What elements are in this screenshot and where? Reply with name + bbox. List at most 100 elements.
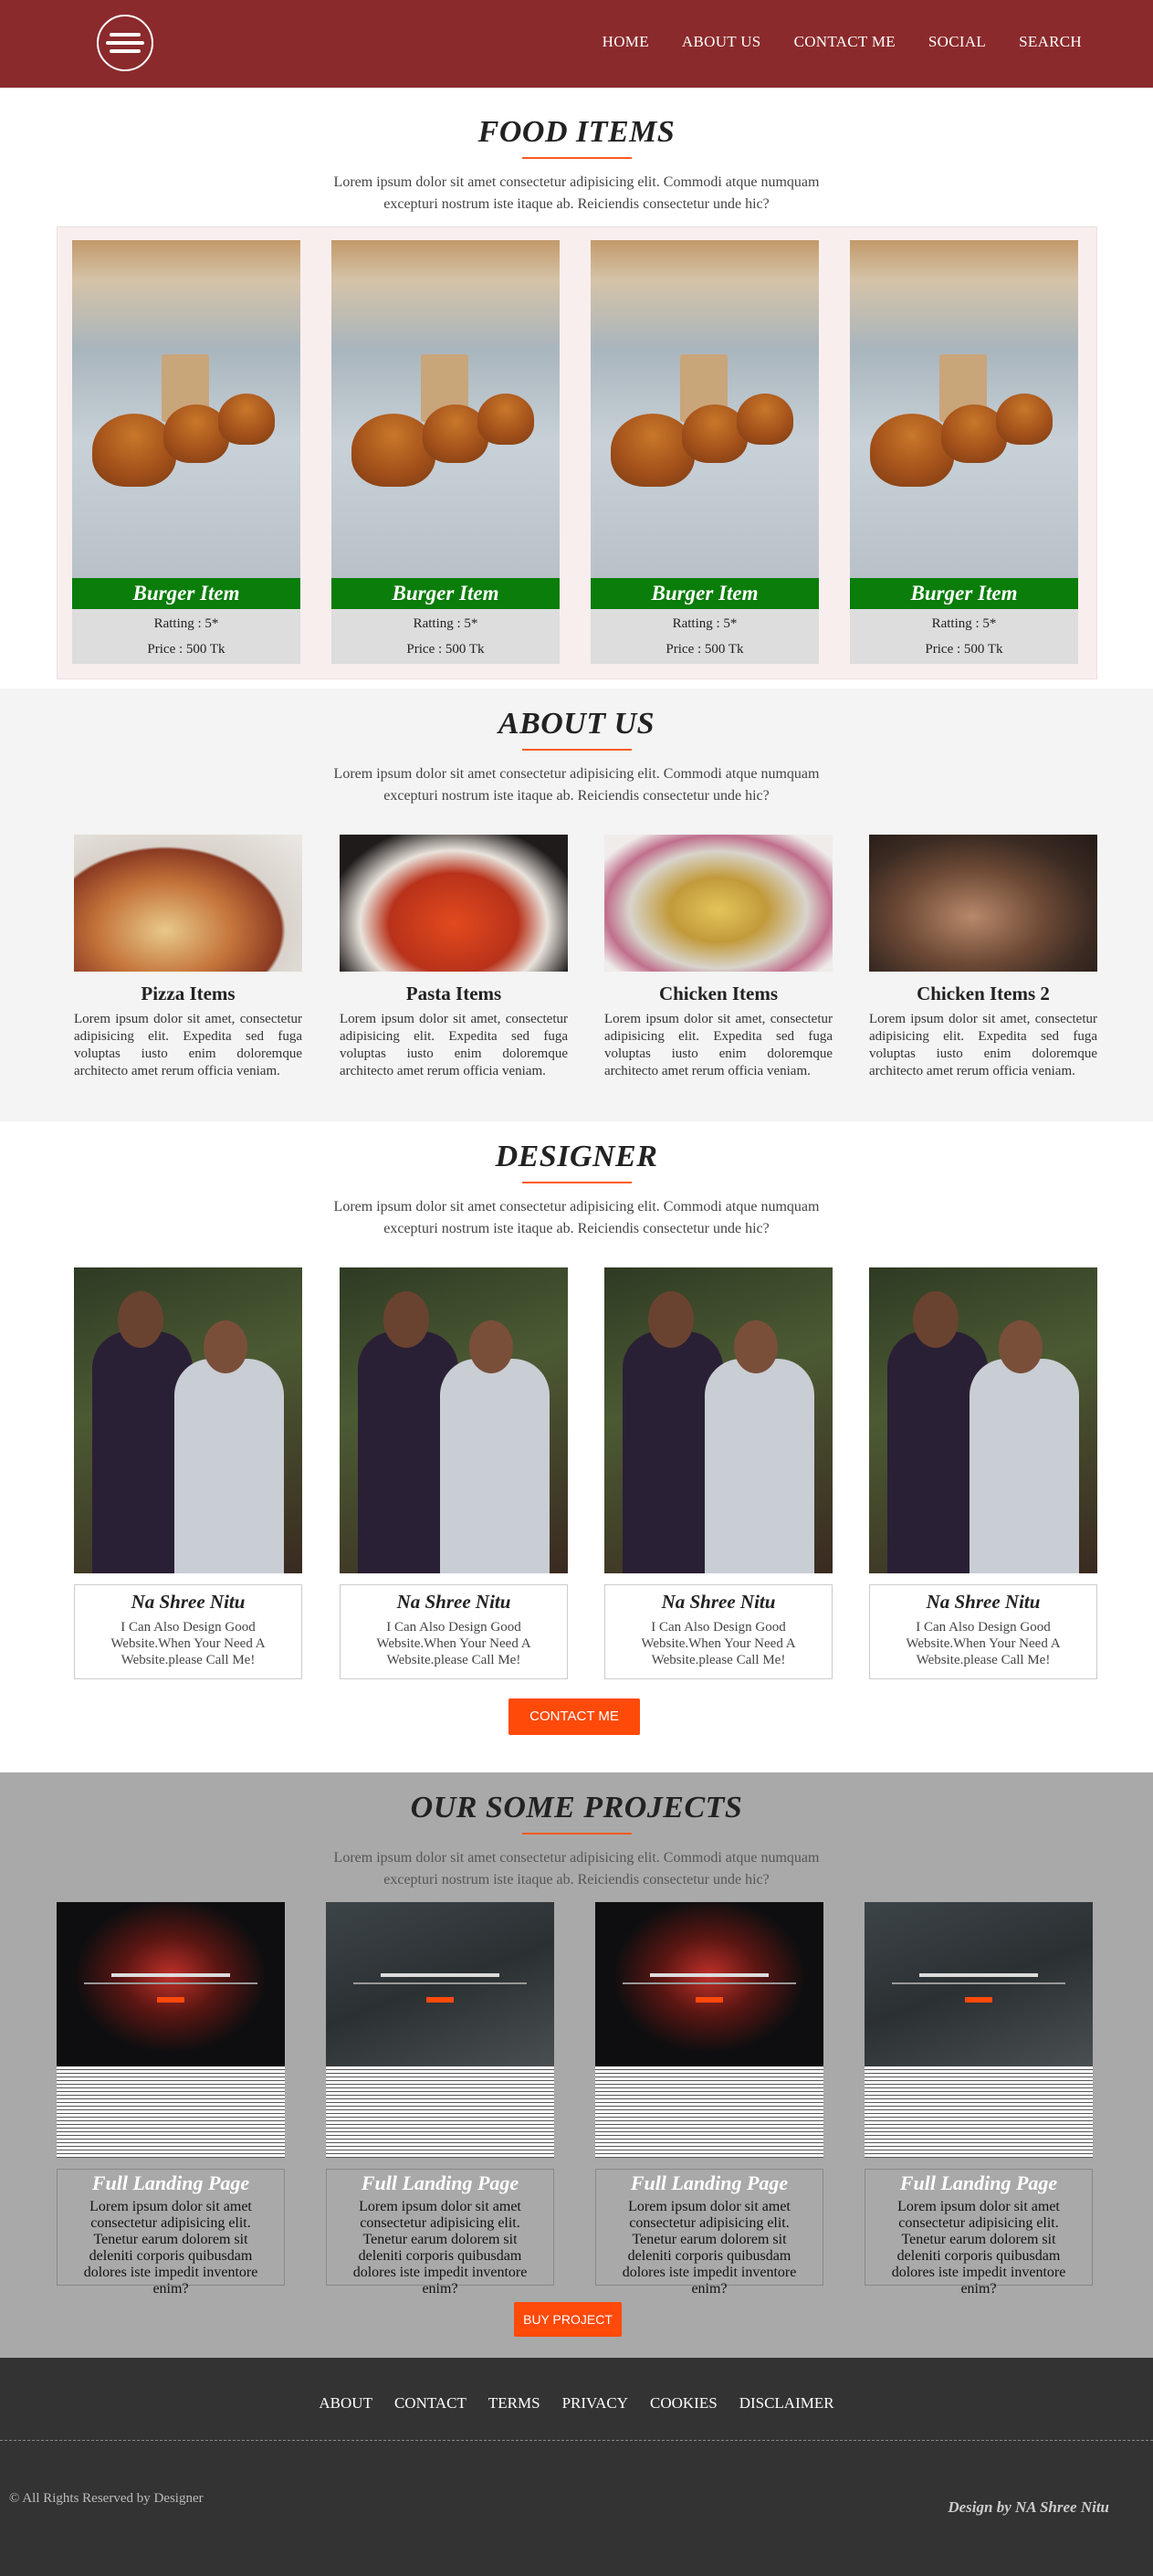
designer-section-title: DESIGNER: [495, 1140, 658, 1173]
project-text: Lorem ipsum dolor sit amet consectetur a…: [891, 2199, 1066, 2297]
main-menu: HOME ABOUT US CONTACT ME SOCIAL SEARCH: [603, 33, 1082, 51]
designer-name: Na Shree Nitu: [926, 1591, 1041, 1613]
project-card[interactable]: Full Landing Page Lorem ipsum dolor sit …: [57, 1902, 285, 2297]
designer-info: Na Shree Nitu I Can Also Design Good Web…: [74, 1584, 302, 1679]
project-info: Full Landing Page Lorem ipsum dolor sit …: [865, 2169, 1093, 2297]
burger-image: [850, 240, 1078, 578]
project-title: Full Landing Page: [91, 2171, 250, 2194]
footer-link-contact[interactable]: CONTACT: [394, 2394, 466, 2413]
copyright-text: © All Rights Reserved by Designer: [9, 2491, 204, 2506]
title-underline: [521, 1182, 632, 1183]
designer-name: Na Shree Nitu: [396, 1591, 511, 1613]
about-card[interactable]: Chicken Items 2 Lorem ipsum dolor sit am…: [869, 835, 1097, 1080]
food-price: Price : 500 Tk: [406, 642, 485, 657]
projects-intro: Lorem ipsum dolor sit amet consectetur a…: [333, 1850, 820, 1887]
chicken-image: [604, 835, 833, 972]
nav-contact-me[interactable]: CONTACT ME: [794, 33, 896, 51]
about-intro: Lorem ipsum dolor sit amet consectetur a…: [333, 766, 820, 804]
food-rating: Ratting : 5*: [931, 616, 997, 631]
designer-photo: [604, 1267, 833, 1573]
food-card[interactable]: Burger Item Ratting : 5* Price : 500 Tk: [331, 240, 560, 664]
food-card-title: Burger Item: [591, 578, 819, 609]
contact-me-button[interactable]: CONTACT ME: [508, 1698, 640, 1735]
project-card[interactable]: Full Landing Page Lorem ipsum dolor sit …: [865, 1902, 1093, 2297]
designer-name: Na Shree Nitu: [661, 1591, 776, 1613]
buy-project-button[interactable]: BUY PROJECT: [514, 2302, 622, 2337]
food-card[interactable]: Burger Item Ratting : 5* Price : 500 Tk: [72, 240, 300, 664]
food-rating: Ratting : 5*: [413, 616, 478, 631]
designer-info: Na Shree Nitu I Can Also Design Good Web…: [869, 1584, 1097, 1679]
about-us-section: ABOUT US Lorem ipsum dolor sit amet cons…: [0, 689, 1153, 1121]
nav-social[interactable]: SOCIAL: [928, 33, 986, 51]
project-title: Full Landing Page: [361, 2171, 519, 2194]
about-card-title: Chicken Items 2: [917, 983, 1050, 1004]
designer-text: I Can Also Design Good Website.When Your…: [641, 1620, 796, 1667]
designer-card[interactable]: Na Shree Nitu I Can Also Design Good Web…: [604, 1267, 833, 1679]
nav-home[interactable]: HOME: [603, 33, 649, 51]
designer-info: Na Shree Nitu I Can Also Design Good Web…: [604, 1584, 833, 1679]
footer-link-about[interactable]: ABOUT: [319, 2394, 372, 2413]
food-card[interactable]: Burger Item Ratting : 5* Price : 500 Tk: [591, 240, 819, 664]
designer-text: I Can Also Design Good Website.When Your…: [110, 1620, 266, 1667]
designer-info: Na Shree Nitu I Can Also Design Good Web…: [340, 1584, 568, 1679]
designer-credit: Design by NA Shree Nitu: [948, 2498, 1109, 2516]
food-card-info: Ratting : 5* Price : 500 Tk: [591, 609, 819, 664]
about-card-title: Pizza Items: [141, 983, 236, 1004]
nav-about-us[interactable]: ABOUT US: [682, 33, 761, 51]
food-card[interactable]: Burger Item Ratting : 5* Price : 500 Tk: [850, 240, 1078, 664]
designer-intro: Lorem ipsum dolor sit amet consectetur a…: [333, 1199, 820, 1236]
project-card[interactable]: Full Landing Page Lorem ipsum dolor sit …: [326, 1902, 554, 2297]
about-card[interactable]: Pasta Items Lorem ipsum dolor sit amet, …: [340, 835, 568, 1080]
project-info: Full Landing Page Lorem ipsum dolor sit …: [595, 2169, 823, 2297]
footer: ABOUT CONTACT TERMS PRIVACY COOKIES DISC…: [0, 2358, 1153, 2576]
food-rating: Ratting : 5*: [672, 616, 738, 631]
project-screenshot: [326, 1902, 554, 2158]
food-card-info: Ratting : 5* Price : 500 Tk: [331, 609, 560, 664]
footer-link-privacy[interactable]: PRIVACY: [562, 2394, 628, 2413]
burger-image: [72, 240, 300, 578]
project-text: Lorem ipsum dolor sit amet consectetur a…: [352, 2199, 528, 2297]
designer-section: DESIGNER Lorem ipsum dolor sit amet cons…: [0, 1121, 1153, 1772]
food-card-title: Burger Item: [72, 578, 300, 609]
about-section-title: ABOUT US: [498, 707, 655, 741]
footer-divider: [0, 2440, 1153, 2441]
food-card-container: Burger Item Ratting : 5* Price : 500 Tk …: [57, 226, 1097, 679]
project-title: Full Landing Page: [630, 2171, 789, 2194]
top-navbar: HOME ABOUT US CONTACT ME SOCIAL SEARCH: [0, 0, 1153, 88]
project-screenshot: [595, 1902, 823, 2158]
burger-image: [591, 240, 819, 578]
burger-image: [331, 240, 560, 578]
project-info: Full Landing Page Lorem ipsum dolor sit …: [57, 2169, 285, 2297]
project-text: Lorem ipsum dolor sit amet consectetur a…: [83, 2199, 258, 2297]
food-card-title: Burger Item: [850, 578, 1078, 609]
designer-text: I Can Also Design Good Website.When Your…: [906, 1620, 1061, 1667]
food-rating: Ratting : 5*: [153, 616, 219, 631]
food-card-info: Ratting : 5* Price : 500 Tk: [72, 609, 300, 664]
pizza-image: [74, 835, 302, 972]
designer-text: I Can Also Design Good Website.When Your…: [376, 1620, 531, 1667]
about-card-title: Chicken Items: [658, 983, 779, 1004]
food-intro: Lorem ipsum dolor sit amet consectetur a…: [333, 174, 820, 212]
footer-link-terms[interactable]: TERMS: [488, 2394, 540, 2413]
designer-card[interactable]: Na Shree Nitu I Can Also Design Good Web…: [869, 1267, 1097, 1679]
about-card-text: Lorem ipsum dolor sit amet, consectetur …: [340, 1012, 568, 1078]
pasta-image: [340, 835, 568, 972]
nav-search[interactable]: SEARCH: [1019, 33, 1082, 51]
logo-icon[interactable]: [97, 15, 153, 71]
designer-card[interactable]: Na Shree Nitu I Can Also Design Good Web…: [74, 1267, 302, 1679]
about-card[interactable]: Chicken Items Lorem ipsum dolor sit amet…: [604, 835, 833, 1080]
title-underline: [521, 749, 632, 751]
footer-link-disclaimer[interactable]: DISCLAIMER: [739, 2394, 834, 2413]
footer-link-cookies[interactable]: COOKIES: [650, 2394, 718, 2413]
food-card-info: Ratting : 5* Price : 500 Tk: [850, 609, 1078, 664]
designer-photo: [74, 1267, 302, 1573]
designer-card[interactable]: Na Shree Nitu I Can Also Design Good Web…: [340, 1267, 568, 1679]
project-card[interactable]: Full Landing Page Lorem ipsum dolor sit …: [595, 1902, 823, 2297]
project-text: Lorem ipsum dolor sit amet consectetur a…: [622, 2199, 797, 2297]
about-card-text: Lorem ipsum dolor sit amet, consectetur …: [74, 1012, 302, 1078]
title-underline: [521, 157, 632, 159]
food-price: Price : 500 Tk: [147, 642, 225, 657]
designer-photo: [340, 1267, 568, 1573]
food-section-title: FOOD ITEMS: [477, 115, 676, 149]
about-card[interactable]: Pizza Items Lorem ipsum dolor sit amet, …: [74, 835, 302, 1080]
